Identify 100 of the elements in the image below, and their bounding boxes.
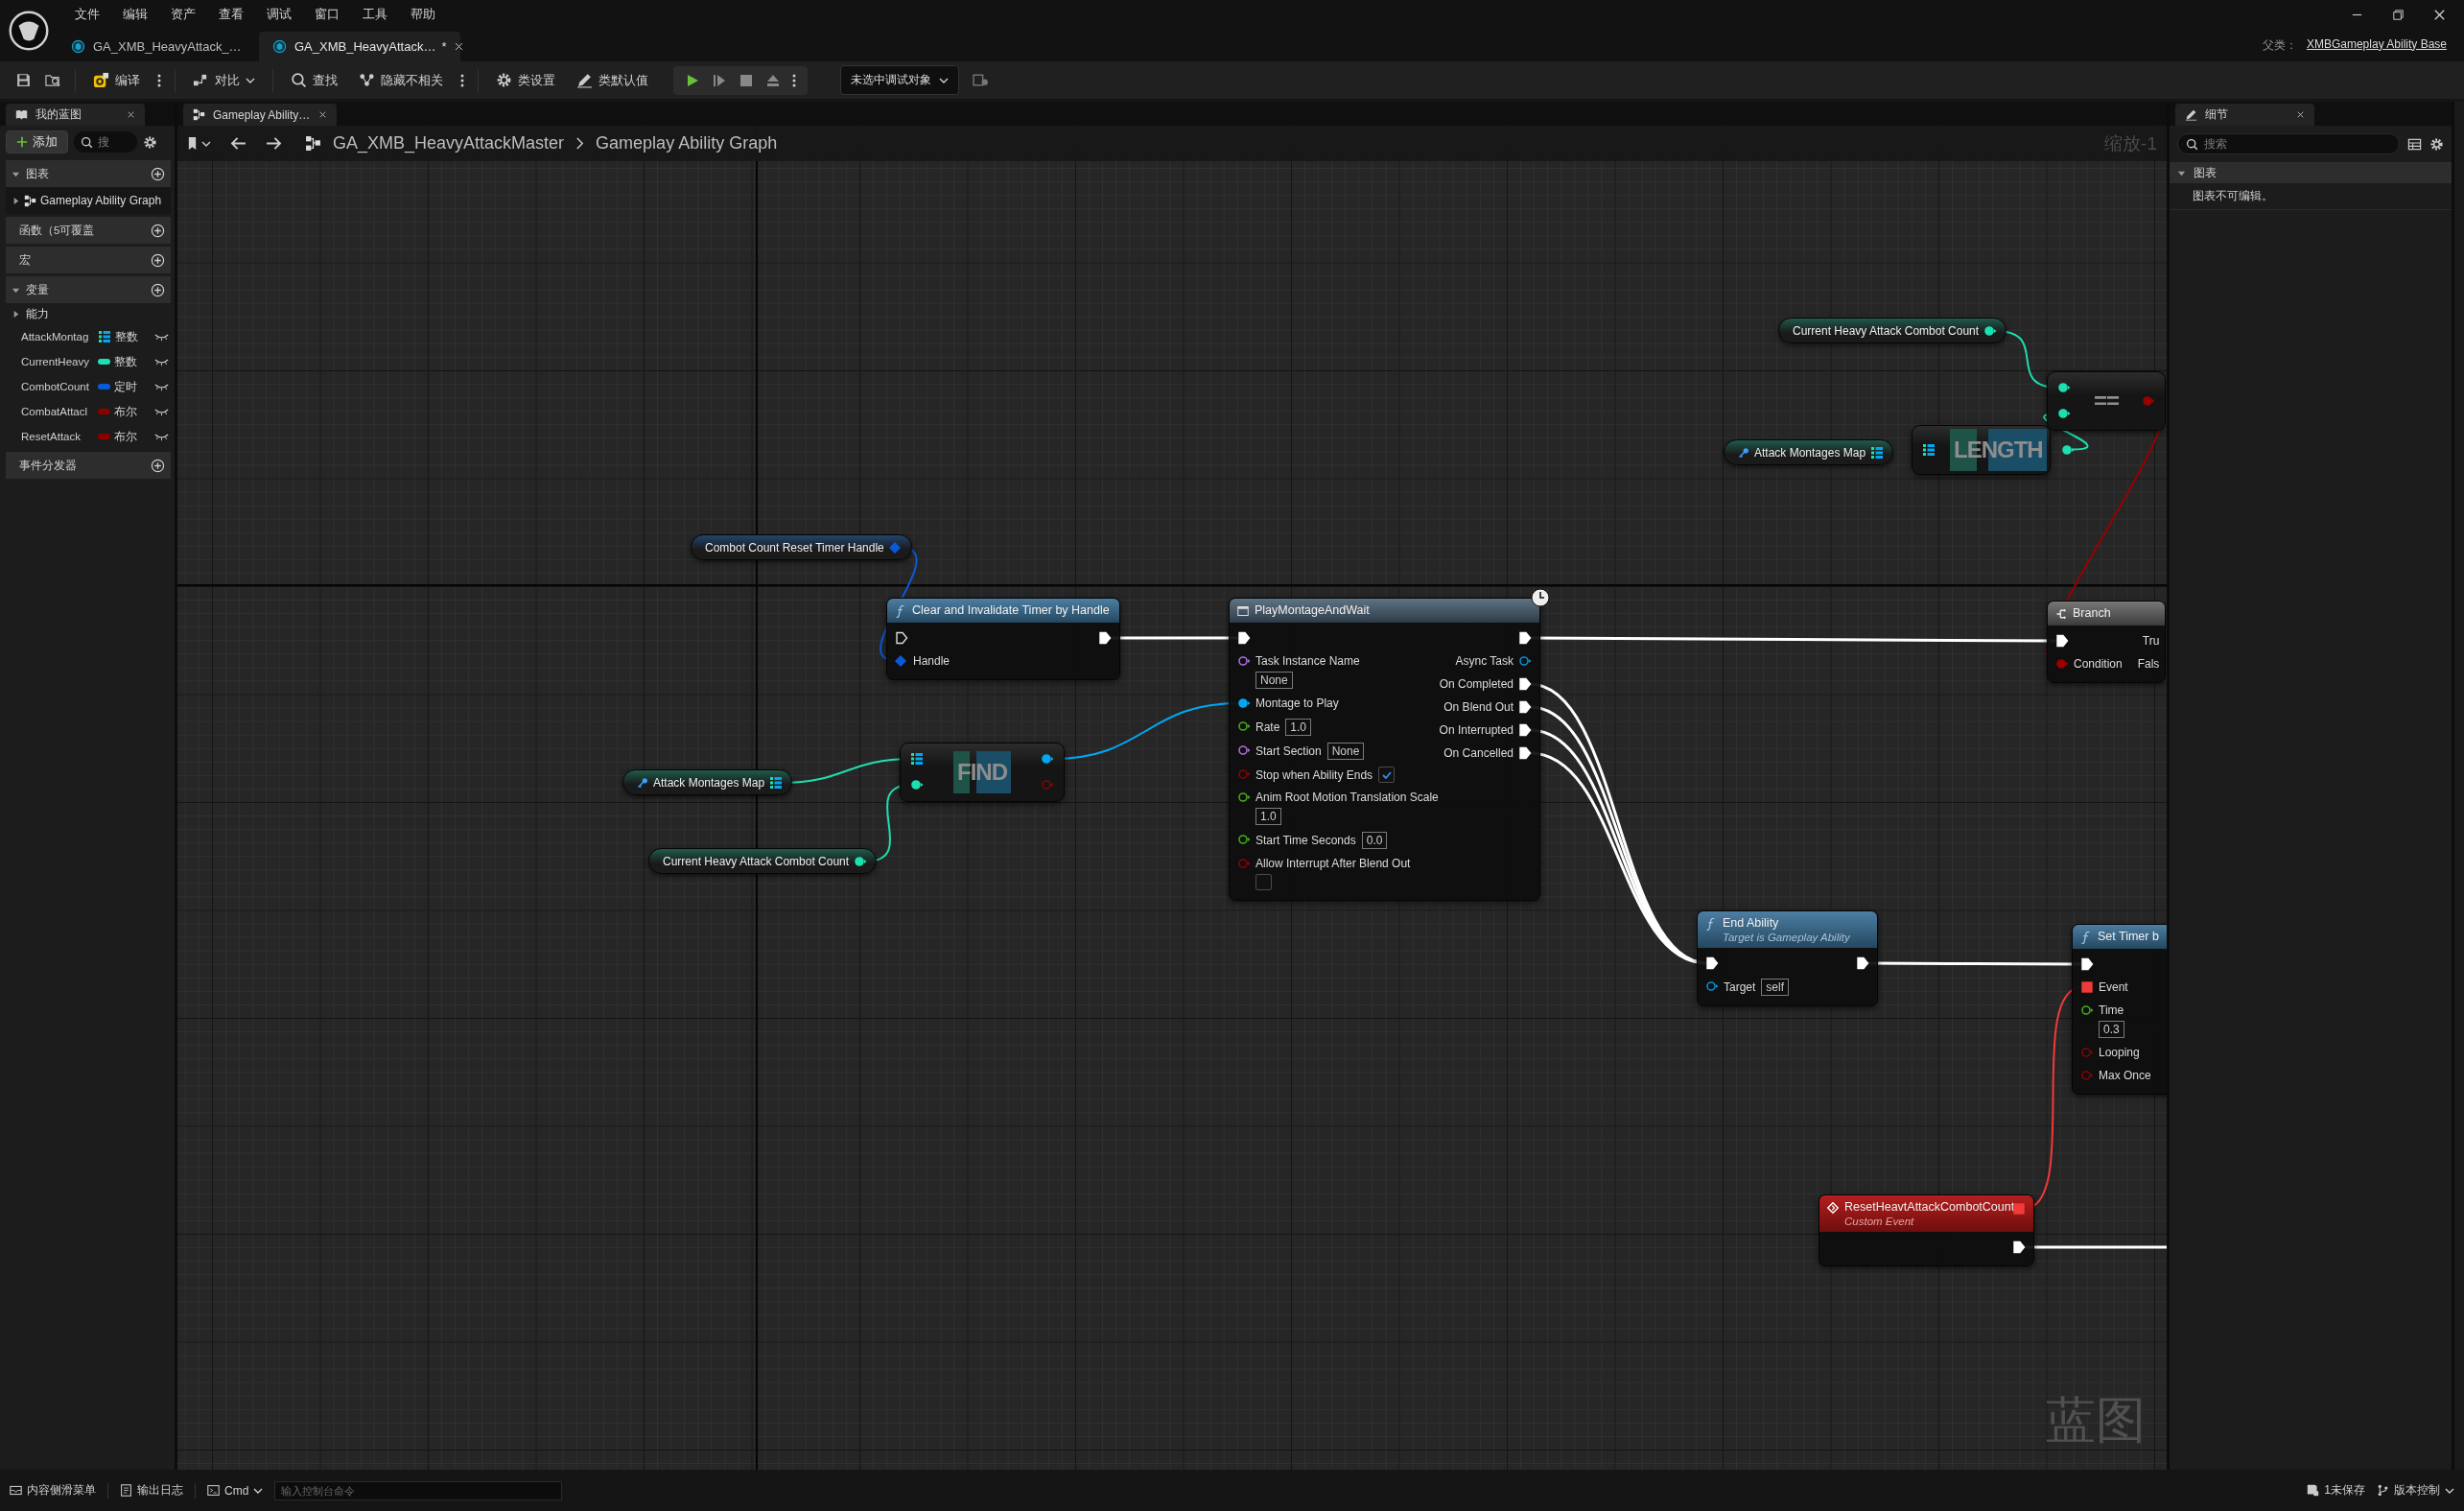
closed-eye-icon[interactable] [154, 432, 169, 441]
triangle-icon[interactable] [12, 309, 20, 319]
event-node[interactable]: ResetHeavtAttackCombotCount Custom Event [1819, 1194, 2034, 1266]
checkbox[interactable] [1255, 874, 1272, 890]
close-icon[interactable] [454, 41, 465, 52]
category-label[interactable]: 能力 [26, 305, 49, 322]
pin-icon[interactable] [1041, 752, 1054, 766]
more-icon[interactable] [792, 72, 796, 88]
content-drawer-button[interactable]: 内容侧滑菜单 [10, 1482, 96, 1499]
async-node[interactable] [1229, 598, 1540, 901]
graph-tab[interactable]: Gameplay Ability… [183, 104, 337, 126]
search-input[interactable]: 搜 [98, 135, 129, 149]
delegate-pin-icon[interactable] [2080, 980, 2094, 994]
map-pin-icon[interactable] [1922, 442, 1936, 457]
logo-icon[interactable] [9, 11, 49, 51]
pin-icon[interactable] [2060, 442, 2075, 457]
pin-icon[interactable] [1237, 791, 1251, 804]
add-icon[interactable] [151, 252, 165, 268]
pin-icon[interactable] [1237, 696, 1251, 710]
compile-button[interactable]: 编译 [89, 67, 144, 93]
graph-item[interactable]: Gameplay Ability Graph [6, 187, 171, 214]
close-icon[interactable] [318, 110, 327, 119]
variable-node[interactable]: Attack Montages Map [622, 769, 793, 795]
pin-icon[interactable] [1518, 654, 1532, 668]
bookmark-button[interactable] [187, 136, 211, 151]
exec-pin-icon[interactable] [1518, 723, 1532, 737]
exec-pin-icon[interactable] [1518, 700, 1532, 714]
panel-tab[interactable]: 我的蓝图 [6, 104, 145, 126]
exec-pin-icon[interactable] [2055, 634, 2069, 648]
cmd-dropdown[interactable]: Cmd [207, 1483, 264, 1498]
section-header[interactable]: 图表 [6, 160, 171, 187]
menu-item[interactable]: 调试 [255, 6, 303, 23]
map-pin-icon[interactable] [910, 752, 924, 766]
function-node[interactable]: Set Timer b Event Time 0.3 Looping Max Once [2072, 924, 2167, 1095]
search-input[interactable]: 搜索 [2204, 137, 2391, 151]
add-icon[interactable] [151, 166, 165, 181]
exec-pin-icon[interactable] [1237, 631, 1251, 645]
value-field[interactable]: self [1761, 979, 1790, 996]
pin-icon[interactable] [910, 778, 924, 791]
map-pin-icon[interactable] [769, 776, 784, 790]
compact-node[interactable]: == [2047, 371, 2166, 431]
exec-pin-icon[interactable] [1518, 746, 1532, 760]
save-icon[interactable] [15, 72, 32, 88]
pin-icon[interactable] [1705, 980, 1719, 993]
section-header[interactable]: 图表 [2170, 162, 2452, 183]
value-field[interactable]: None [1326, 743, 1365, 760]
settings-icon[interactable] [2429, 136, 2444, 152]
unsaved-button[interactable]: 1未保存 [2307, 1482, 2365, 1499]
exec-pin-icon[interactable] [1518, 677, 1532, 691]
document-tab[interactable]: GA_XMB_HeavyAttack… * [259, 32, 460, 61]
diff-button[interactable]: 对比 [189, 67, 259, 93]
exec-pin-icon[interactable] [2080, 957, 2094, 971]
exec-pin-icon[interactable] [2012, 1240, 2026, 1254]
pin-icon[interactable] [854, 855, 868, 868]
menu-item[interactable]: 文件 [63, 6, 111, 23]
stop-icon[interactable] [739, 72, 754, 88]
closed-eye-icon[interactable] [154, 407, 169, 416]
add-icon[interactable] [151, 458, 165, 473]
add-button[interactable]: 添加 [6, 130, 68, 153]
settings-icon[interactable] [143, 134, 157, 150]
section-header[interactable]: 变量 [6, 276, 171, 303]
browse-icon[interactable] [45, 72, 61, 88]
search-field[interactable]: 搜 [74, 131, 137, 153]
delegate-pin-icon[interactable] [2012, 1202, 2026, 1216]
breadcrumb-link[interactable]: Gameplay Ability Graph [596, 133, 778, 153]
variable-node[interactable]: Combot Count Reset Timer Handle [691, 534, 912, 560]
section-header[interactable]: 函数（5可覆盖 [6, 217, 171, 244]
variable-name[interactable]: ResetAttack [21, 431, 94, 442]
class-defaults-button[interactable]: 类默认值 [573, 67, 652, 93]
restore-icon[interactable] [2391, 7, 2405, 22]
closed-eye-icon[interactable] [154, 332, 169, 342]
more-icon[interactable] [460, 72, 464, 88]
function-node[interactable]: End Ability Target is Gameplay Ability Target self [1697, 910, 1878, 1006]
exec-pin-icon[interactable] [895, 631, 908, 645]
debug-target-dropdown[interactable]: 未选中调试对象 [840, 65, 959, 95]
pin-icon[interactable] [2080, 1003, 2094, 1017]
function-node[interactable]: Clear and Invalidate Timer by Handle Handle [886, 598, 1120, 680]
section-header[interactable]: 事件分发器 [6, 452, 171, 479]
menu-item[interactable]: 工具 [351, 6, 399, 23]
breadcrumb-link[interactable]: GA_XMB_HeavyAttackMaster [333, 133, 565, 153]
close-icon[interactable] [2296, 110, 2305, 119]
value-field[interactable]: 1.0 [1255, 808, 1281, 825]
find-button[interactable]: 查找 [287, 67, 341, 93]
exec-pin-icon[interactable] [1518, 631, 1532, 645]
step-icon[interactable] [712, 72, 727, 88]
value-field[interactable]: 1.0 [1285, 719, 1312, 736]
play-icon[interactable] [685, 72, 700, 88]
pin-icon[interactable] [1237, 654, 1251, 668]
output-log-button[interactable]: 输出日志 [120, 1482, 183, 1499]
variable-name[interactable]: AttackMontag [21, 331, 94, 342]
value-field[interactable]: None [1255, 672, 1293, 689]
exec-pin-icon[interactable] [1856, 956, 1869, 970]
back-arrow-icon[interactable] [230, 137, 246, 150]
debug-icon[interactable] [973, 72, 989, 88]
table-icon[interactable] [2407, 136, 2422, 152]
hide-unrelated-button[interactable]: 隐藏不相关 [355, 67, 447, 93]
menu-item[interactable]: 帮助 [399, 6, 447, 23]
section-header[interactable]: 宏 [6, 247, 171, 273]
add-icon[interactable] [151, 223, 165, 238]
class-settings-button[interactable]: 类设置 [492, 67, 559, 93]
